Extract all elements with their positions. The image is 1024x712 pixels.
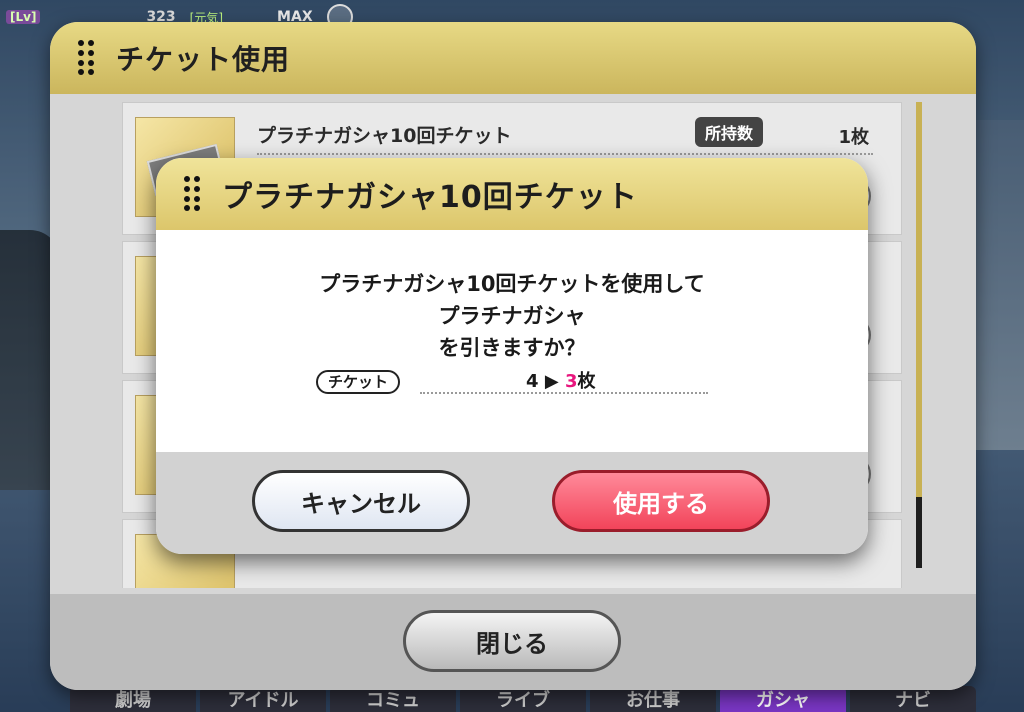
confirm-message-line1: プラチナガシャ10回チケットを使用して (319, 272, 705, 296)
owned-count-label: 所持数 (695, 117, 764, 147)
count-before: 4 (526, 371, 539, 392)
confirm-dialog-header: プラチナガシャ10回チケット (156, 158, 868, 230)
count-after: 3 (564, 371, 578, 392)
confirm-dialog-title: プラチナガシャ10回チケット (222, 180, 638, 215)
arrow-right-icon: ▶ (544, 371, 559, 392)
cancel-button[interactable]: キャンセル (252, 470, 470, 532)
ticket-modal-title: チケット使用 (116, 43, 291, 76)
close-button[interactable]: 閉じる (403, 610, 621, 672)
confirm-dialog-body: プラチナガシャ10回チケットを使用して プラチナガシャ を引きますか？ チケット… (156, 230, 868, 452)
confirm-dialog-footer: キャンセル 使用する (156, 452, 868, 554)
ticket-count-change: チケット 4 ▶ 3枚 (316, 370, 708, 396)
count-unit: 枚 (577, 371, 596, 392)
scrollbar[interactable] (916, 102, 922, 568)
dotted-divider (257, 153, 873, 155)
confirm-dialog: プラチナガシャ10回チケット プラチナガシャ10回チケットを使用して プラチナガ… (156, 158, 868, 554)
ticket-pill-label: チケット (316, 370, 401, 394)
owned-count-value: 1枚 (838, 127, 869, 148)
ticket-modal-header: チケット使用 (50, 22, 976, 94)
level-badge: [Lv] (6, 10, 41, 24)
grip-icon (78, 40, 94, 76)
confirm-message-line3: を引きますか？ (438, 336, 586, 360)
use-button[interactable]: 使用する (552, 470, 770, 532)
grip-icon (184, 176, 200, 212)
dotted-divider (420, 392, 708, 394)
ticket-name: プラチナガシャ10回チケット (257, 125, 512, 147)
scrollbar-thumb[interactable] (916, 102, 922, 497)
confirm-message-line2: プラチナガシャ (438, 304, 586, 328)
